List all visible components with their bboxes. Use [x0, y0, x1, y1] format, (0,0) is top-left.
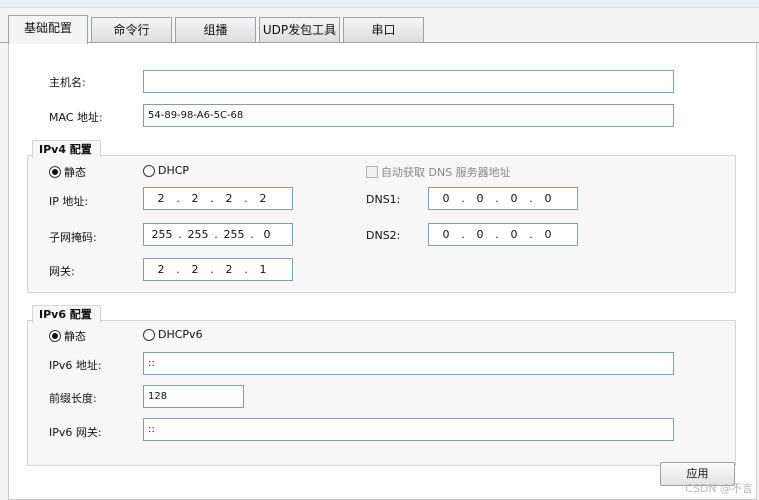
- ipv6-dhcpv6-label: DHCPv6: [158, 328, 203, 341]
- ipv6-dhcpv6-radio[interactable]: DHCPv6: [143, 328, 203, 341]
- tab-serial-port[interactable]: 串口: [343, 17, 424, 43]
- ipv4-group-title: IPv4 配置: [32, 140, 101, 158]
- mac-input[interactable]: [143, 104, 674, 127]
- ip-address-input[interactable]: 2. 2. 2. 2: [143, 187, 293, 210]
- gateway-input[interactable]: 2. 2. 2. 1: [143, 258, 293, 281]
- ipv6-static-radio[interactable]: 静态: [49, 328, 86, 344]
- ipv6-group: [27, 320, 736, 466]
- dns2-input[interactable]: 0. 0. 0. 0: [428, 223, 578, 246]
- tab-udp-tool[interactable]: UDP发包工具: [259, 17, 340, 43]
- ipv6-address-label: IPv6 地址:: [49, 359, 102, 372]
- gateway-label: 网关:: [49, 265, 75, 278]
- radio-unselected-icon: [143, 164, 155, 177]
- ipv6-group-title: IPv6 配置: [32, 305, 101, 323]
- subnet-mask-input[interactable]: 255. 255. 255. 0: [143, 223, 293, 246]
- tab-basic-config[interactable]: 基础配置: [8, 15, 88, 44]
- ipv4-dhcp-radio[interactable]: DHCP: [143, 164, 189, 177]
- prefix-length-label: 前缀长度:: [49, 392, 97, 405]
- dns2-label: DNS2:: [366, 229, 401, 242]
- ip-address-label: IP 地址:: [49, 195, 89, 208]
- ipv4-dhcp-label: DHCP: [158, 164, 190, 177]
- dns1-input[interactable]: 0. 0. 0. 0: [428, 187, 578, 210]
- hostname-input[interactable]: [143, 70, 674, 93]
- auto-dns-label: 自动获取 DNS 服务器地址: [381, 166, 511, 179]
- subnet-mask-label: 子网掩码:: [49, 231, 97, 244]
- tab-multicast[interactable]: 组播: [175, 17, 256, 43]
- tab-bar: 基础配置 命令行 组播 UDP发包工具 串口: [0, 15, 759, 44]
- radio-unselected-icon: [143, 328, 155, 341]
- ipv6-gateway-label: IPv6 网关:: [49, 426, 102, 439]
- window-top-strip: [0, 0, 759, 8]
- tab-divider: [0, 42, 759, 43]
- radio-selected-icon: [49, 166, 61, 178]
- ipv4-static-radio[interactable]: 静态: [49, 164, 86, 180]
- ipv6-gateway-input[interactable]: [143, 418, 674, 441]
- ipv4-static-label: 静态: [64, 166, 86, 179]
- prefix-length-input[interactable]: [143, 385, 244, 408]
- watermark: CSDN @不言: [685, 482, 753, 495]
- checkbox-icon: [366, 166, 378, 178]
- auto-dns-checkbox[interactable]: 自动获取 DNS 服务器地址: [366, 164, 511, 180]
- basic-config-panel: 主机名: MAC 地址: IPv4 配置 静态 DHCP 自动获取 DNS 服务…: [8, 42, 757, 500]
- hostname-label: 主机名:: [49, 76, 86, 89]
- dns1-label: DNS1:: [366, 193, 401, 206]
- ipv6-static-label: 静态: [64, 330, 86, 343]
- mac-label: MAC 地址:: [49, 111, 103, 124]
- tab-command-line[interactable]: 命令行: [91, 17, 172, 43]
- radio-selected-icon: [49, 330, 61, 342]
- ipv6-address-input[interactable]: [143, 352, 674, 375]
